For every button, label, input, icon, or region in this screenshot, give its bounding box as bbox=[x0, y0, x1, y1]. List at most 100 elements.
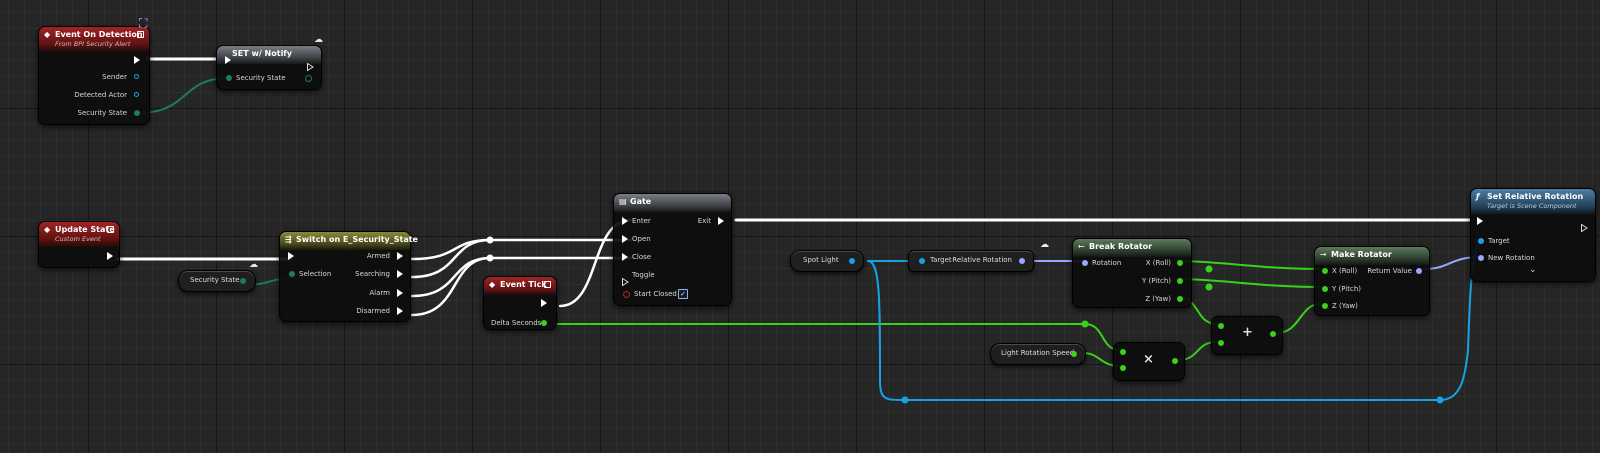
multiply-node[interactable]: × bbox=[1113, 342, 1185, 381]
node-header: ◆ Update State Custom Event bbox=[39, 222, 119, 247]
z-yaw-output-pin[interactable] bbox=[1177, 296, 1183, 302]
alarm-exec-pin[interactable] bbox=[397, 289, 403, 297]
pin-label: Z (Yaw) bbox=[1332, 302, 1358, 310]
pin-label: Armed bbox=[366, 252, 390, 260]
sender-pin[interactable] bbox=[134, 74, 139, 79]
multiply-a-pin[interactable] bbox=[1120, 349, 1126, 355]
start-closed-checkbox[interactable]: ✓ bbox=[678, 289, 688, 299]
relative-rotation-pin[interactable] bbox=[1019, 258, 1025, 264]
exec-in-pin[interactable] bbox=[1477, 217, 1483, 225]
node-subtitle: Custom Event bbox=[55, 235, 101, 243]
add-a-pin[interactable] bbox=[1218, 323, 1224, 329]
replication-cloud-icon: ⛶ bbox=[139, 16, 148, 30]
variable-label: Security State bbox=[190, 276, 240, 284]
reroute-knot bbox=[1205, 265, 1213, 273]
target-pin[interactable] bbox=[1478, 238, 1484, 244]
pin-label: Y (Pitch) bbox=[1141, 277, 1171, 285]
close-exec-pin[interactable] bbox=[622, 253, 628, 261]
variable-label: Spot Light bbox=[803, 256, 839, 264]
add-b-pin[interactable] bbox=[1218, 340, 1224, 346]
new-rotation-pin[interactable] bbox=[1478, 255, 1484, 261]
replication-cloud-icon: ☁ bbox=[1040, 240, 1049, 250]
delegate-pin[interactable] bbox=[544, 281, 551, 288]
pin-label: Target bbox=[1488, 237, 1510, 245]
return-value-pin[interactable] bbox=[1416, 268, 1422, 274]
pin-label: Disarmed bbox=[356, 307, 390, 315]
reroute-knot bbox=[1205, 283, 1213, 291]
exec-out-pin[interactable] bbox=[107, 252, 113, 260]
exec-in-pin[interactable] bbox=[225, 56, 231, 64]
switch-icon: ⇶ bbox=[285, 235, 292, 244]
break-rotator-node[interactable]: ⇽ Break Rotator Rotation X (Roll) Y (Pit… bbox=[1072, 238, 1192, 308]
node-title: SET w/ Notify bbox=[231, 49, 293, 58]
security-state-output-pin[interactable] bbox=[305, 75, 312, 82]
pin-label: Open bbox=[632, 235, 651, 243]
armed-exec-pin[interactable] bbox=[397, 252, 403, 260]
y-pitch-output-pin[interactable] bbox=[1177, 278, 1183, 284]
delegate-pin[interactable] bbox=[107, 226, 114, 233]
break-struct-icon: ⇽ bbox=[1078, 242, 1085, 251]
set-relative-rotation-node[interactable]: ƒ Set Relative Rotation Target is Scene … bbox=[1470, 188, 1596, 282]
gate-node[interactable]: ▤ Gate Enter Open Close Toggle Start Clo… bbox=[613, 193, 732, 306]
node-title: Update State bbox=[55, 225, 115, 234]
selection-pin[interactable] bbox=[289, 271, 295, 277]
searching-exec-pin[interactable] bbox=[397, 270, 403, 278]
multiply-output-pin[interactable] bbox=[1172, 358, 1178, 364]
node-title: Switch on E_Security_State bbox=[296, 235, 418, 244]
pin-label: Rotation bbox=[1092, 259, 1122, 267]
x-roll-output-pin[interactable] bbox=[1177, 260, 1183, 266]
update-state-node[interactable]: ◆ Update State Custom Event bbox=[38, 221, 120, 268]
pin-label: Exit bbox=[697, 217, 711, 225]
light-rotation-speed-output-pin[interactable] bbox=[1071, 351, 1077, 357]
toggle-exec-pin[interactable] bbox=[622, 271, 629, 287]
event-tick-node[interactable]: ◆ Event Tick Delta Seconds bbox=[483, 276, 557, 330]
node-header: ◆ Event Tick bbox=[484, 277, 556, 295]
node-header: ⇶ Switch on E_Security_State bbox=[280, 232, 418, 250]
pin-label: Start Closed bbox=[634, 290, 677, 298]
node-header: SET w/ Notify bbox=[217, 46, 321, 64]
detected-actor-pin[interactable] bbox=[134, 92, 139, 97]
reroute-knot bbox=[486, 254, 494, 262]
expand-chevron-icon[interactable]: ⌄ bbox=[1529, 265, 1537, 275]
multiply-b-pin[interactable] bbox=[1120, 365, 1126, 371]
security-state-variable[interactable]: Security State bbox=[178, 270, 256, 292]
exec-out-pin[interactable] bbox=[307, 56, 314, 72]
switch-node[interactable]: ⇶ Switch on E_Security_State Selection A… bbox=[279, 231, 418, 322]
enter-exec-pin[interactable] bbox=[622, 217, 628, 225]
security-state-pin[interactable] bbox=[134, 110, 140, 116]
pin-label: Delta Seconds bbox=[491, 319, 542, 327]
target-pin[interactable] bbox=[919, 258, 925, 264]
disarmed-exec-pin[interactable] bbox=[397, 307, 403, 315]
pin-label: Relative Rotation bbox=[952, 256, 1012, 264]
pin-label: X (Roll) bbox=[1332, 267, 1358, 275]
x-roll-input-pin[interactable] bbox=[1322, 268, 1328, 274]
exec-in-pin[interactable] bbox=[288, 252, 294, 260]
security-state-output-pin[interactable] bbox=[240, 278, 246, 284]
open-exec-pin[interactable] bbox=[622, 235, 628, 243]
delegate-pin[interactable] bbox=[137, 31, 144, 38]
node-title: Event Tick bbox=[500, 280, 547, 289]
get-relative-rotation-node[interactable]: Target Relative Rotation bbox=[908, 250, 1034, 272]
rotation-input-pin[interactable] bbox=[1082, 260, 1088, 266]
event-on-detection-node[interactable]: ◆ Event On Detection From BPI Security A… bbox=[38, 26, 150, 125]
exit-exec-pin[interactable] bbox=[718, 217, 724, 225]
exec-out-pin[interactable] bbox=[541, 299, 547, 307]
security-state-input-pin[interactable] bbox=[226, 75, 232, 81]
spot-light-variable[interactable]: Spot Light bbox=[790, 250, 864, 272]
pin-label: New Rotation bbox=[1488, 254, 1535, 262]
y-pitch-input-pin[interactable] bbox=[1322, 286, 1328, 292]
set-notify-node[interactable]: SET w/ Notify Security State bbox=[216, 45, 322, 90]
delta-seconds-pin[interactable] bbox=[541, 320, 547, 326]
add-output-pin[interactable] bbox=[1270, 331, 1276, 337]
make-rotator-node[interactable]: ⇾ Make Rotator X (Roll) Y (Pitch) Z (Yaw… bbox=[1314, 246, 1430, 316]
exec-out-pin[interactable] bbox=[134, 56, 140, 64]
start-closed-pin[interactable] bbox=[623, 291, 630, 298]
exec-out-pin[interactable] bbox=[1581, 217, 1588, 233]
diamond-icon: ◆ bbox=[489, 280, 496, 289]
spot-light-output-pin[interactable] bbox=[849, 258, 855, 264]
add-node[interactable]: + bbox=[1211, 316, 1283, 355]
pin-label: Close bbox=[632, 253, 652, 261]
z-yaw-input-pin[interactable] bbox=[1322, 303, 1328, 309]
pin-label: Sender bbox=[102, 73, 127, 81]
light-rotation-speed-variable[interactable]: Light Rotation Speed bbox=[990, 343, 1086, 365]
